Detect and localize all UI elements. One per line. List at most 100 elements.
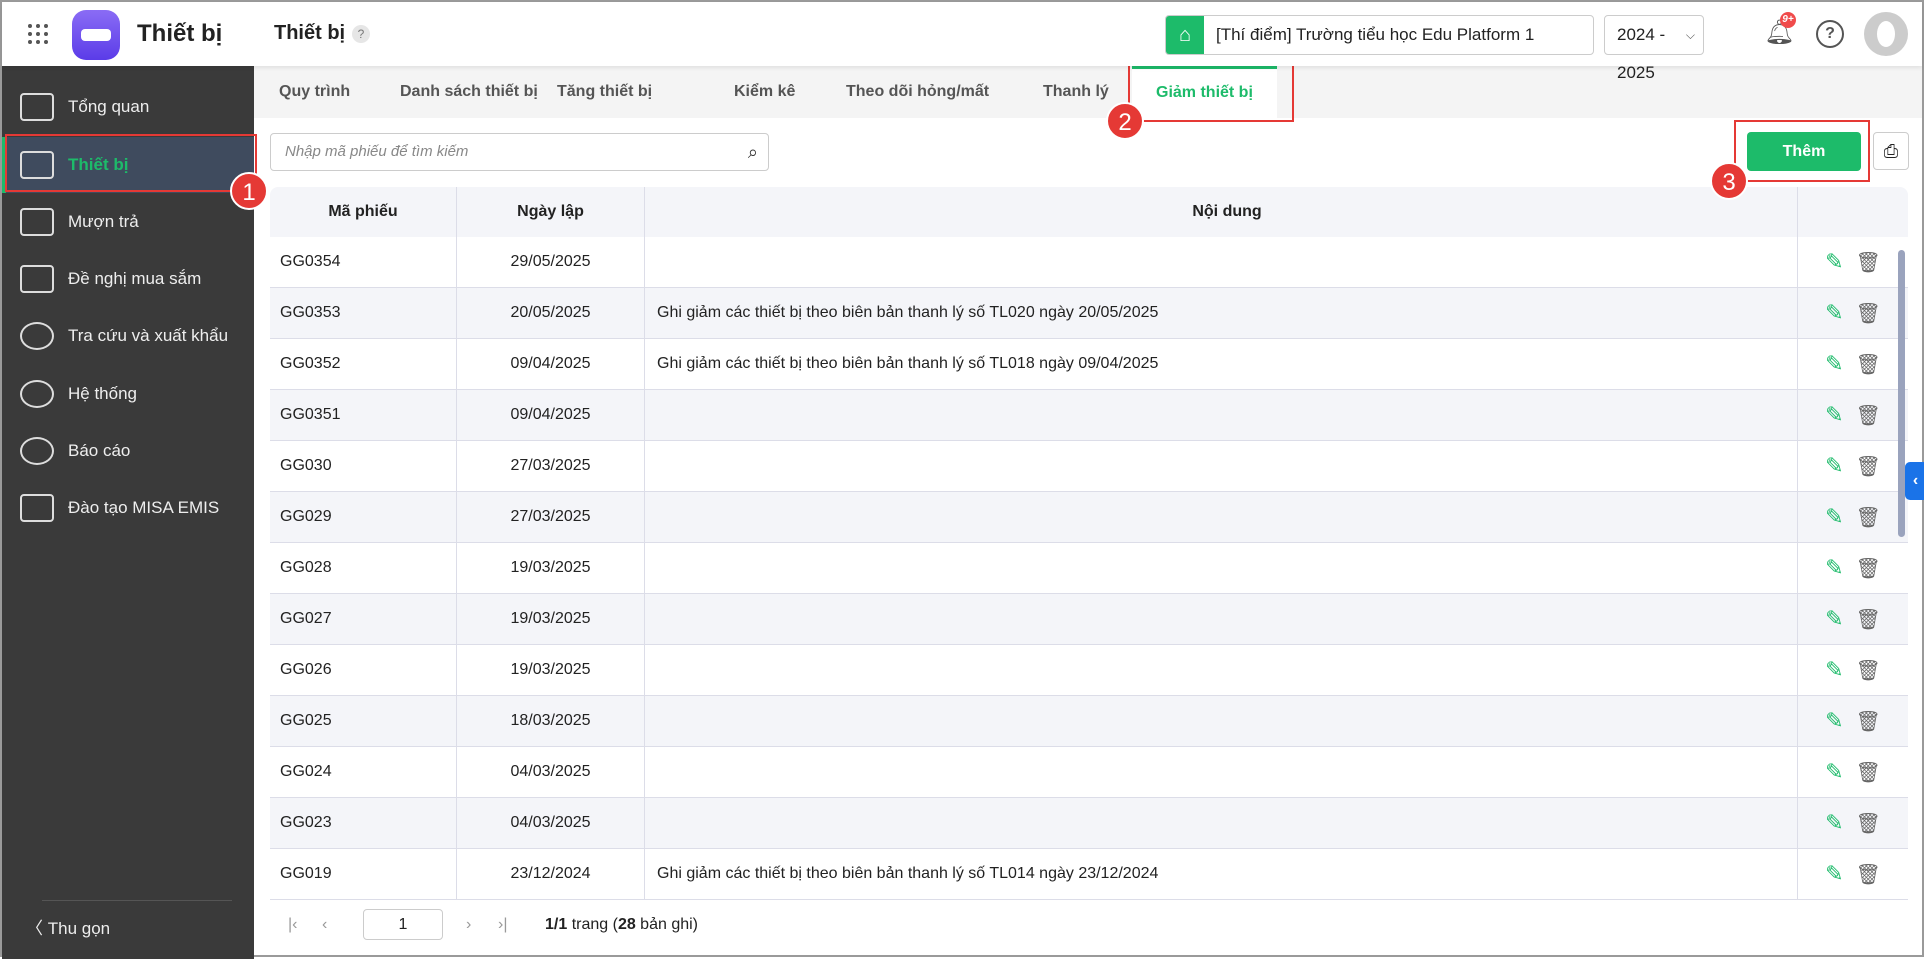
- expand-panel-button[interactable]: ‹: [1905, 462, 1924, 500]
- edit-icon[interactable]: ✎: [1825, 759, 1843, 785]
- sidebar-item-training[interactable]: Đào tạo MISA EMIS: [2, 480, 254, 536]
- sidebar-item-report[interactable]: Báo cáo: [2, 423, 254, 479]
- last-page-button[interactable]: ›|: [498, 910, 507, 940]
- sidebar-item-purchase[interactable]: Đề nghị mua sắm: [2, 251, 254, 307]
- tab-equipment-list[interactable]: Danh sách thiết bị: [400, 66, 538, 118]
- edit-icon[interactable]: ✎: [1825, 810, 1843, 836]
- prev-page-button[interactable]: ‹: [322, 910, 327, 940]
- table-row[interactable]: GG030 27/03/2025 ✎ 🗑︎: [270, 441, 1908, 492]
- table-row[interactable]: GG029 27/03/2025 ✎ 🗑︎: [270, 492, 1908, 543]
- col-actions: [1798, 187, 1908, 237]
- table-row[interactable]: GG025 18/03/2025 ✎ 🗑︎: [270, 696, 1908, 747]
- tab-inventory[interactable]: Kiểm kê: [734, 66, 795, 118]
- first-page-button[interactable]: |‹: [288, 910, 297, 940]
- edit-icon[interactable]: ✎: [1825, 555, 1843, 581]
- table-row[interactable]: GG0354 29/05/2025 ✎ 🗑︎: [270, 237, 1908, 288]
- cube-icon: [20, 494, 54, 522]
- cell-date: 19/03/2025: [457, 543, 645, 593]
- question-icon[interactable]: ?: [1816, 20, 1844, 48]
- help-icon[interactable]: ?: [352, 25, 370, 43]
- table-body: GG0354 29/05/2025 ✎ 🗑︎ GG0353 20/05/2025 Ghi g…: [270, 237, 1908, 900]
- trash-icon[interactable]: 🗑︎: [1856, 709, 1881, 734]
- step-marker-1: 1: [230, 172, 268, 210]
- edit-icon[interactable]: ✎: [1825, 504, 1843, 530]
- trash-icon[interactable]: 🗑︎: [1856, 505, 1881, 530]
- table-row[interactable]: GG0351 09/04/2025 ✎ 🗑︎: [270, 390, 1908, 441]
- trash-icon[interactable]: 🗑︎: [1856, 607, 1881, 632]
- cell-date: 19/03/2025: [457, 594, 645, 644]
- collapse-button[interactable]: 〈 Thu gọn: [26, 914, 110, 939]
- col-date: Ngày lập: [457, 187, 645, 237]
- table-row[interactable]: GG0352 09/04/2025 Ghi giảm các thiết bị th…: [270, 339, 1908, 390]
- home-icon: ⌂: [1166, 16, 1204, 54]
- cell-actions: ✎ 🗑︎: [1798, 696, 1908, 746]
- trash-icon[interactable]: 🗑︎: [1856, 301, 1881, 326]
- label: Mượn trả: [68, 212, 139, 231]
- table-row[interactable]: GG024 04/03/2025 ✎ 🗑︎: [270, 747, 1908, 798]
- cart-icon: [20, 208, 54, 236]
- chevron-left-icon: 〈: [26, 919, 48, 938]
- scrollbar[interactable]: [1898, 250, 1905, 537]
- collapse-label: Thu gọn: [47, 919, 111, 938]
- tab-process[interactable]: Quy trình: [279, 66, 350, 118]
- cell-actions: ✎ 🗑︎: [1798, 645, 1908, 695]
- year-select[interactable]: 2024 - 2025 ⌵: [1604, 15, 1704, 82]
- avatar[interactable]: [1864, 12, 1908, 56]
- vouchers-table: Mã phiếu Ngày lập Nội dung GG0354 29/05/2…: [270, 187, 1908, 900]
- tab-increase[interactable]: Tăng thiết bị: [557, 66, 652, 118]
- trash-icon[interactable]: 🗑︎: [1856, 352, 1881, 377]
- edit-icon[interactable]: ✎: [1825, 606, 1843, 632]
- app-grid-icon[interactable]: [28, 24, 48, 44]
- cell-content: [645, 594, 1798, 644]
- cell-actions: ✎ 🗑︎: [1798, 747, 1908, 797]
- edit-icon[interactable]: ✎: [1825, 249, 1843, 275]
- trash-icon[interactable]: 🗑︎: [1856, 658, 1881, 683]
- edit-icon[interactable]: ✎: [1825, 708, 1843, 734]
- tab-liquidation[interactable]: Thanh lý: [1043, 66, 1109, 118]
- edit-icon[interactable]: ✎: [1825, 300, 1843, 326]
- cell-date: 29/05/2025: [457, 237, 645, 287]
- sidebar-item-borrow[interactable]: Mượn trả: [2, 194, 254, 250]
- next-page-button[interactable]: ›: [466, 910, 471, 940]
- table-row[interactable]: GG028 19/03/2025 ✎ 🗑︎: [270, 543, 1908, 594]
- search-input[interactable]: Nhập mã phiếu để tìm kiếm ⌕: [270, 133, 769, 171]
- cell-content: [645, 798, 1798, 848]
- trash-icon[interactable]: 🗑︎: [1856, 250, 1881, 275]
- label: Đào tạo MISA EMIS: [68, 498, 220, 517]
- edit-icon[interactable]: ✎: [1825, 453, 1843, 479]
- table-row[interactable]: GG0353 20/05/2025 Ghi giảm các thiết bị th…: [270, 288, 1908, 339]
- trash-icon[interactable]: 🗑︎: [1856, 403, 1881, 428]
- notification-badge: 9+: [1780, 12, 1796, 28]
- sidebar-item-lookup[interactable]: Tra cứu và xuất khẩu: [2, 308, 254, 364]
- cell-date: 18/03/2025: [457, 696, 645, 746]
- edit-icon[interactable]: ✎: [1825, 657, 1843, 683]
- trang: trang (: [567, 916, 618, 933]
- records: bản ghi): [635, 916, 698, 933]
- page-input[interactable]: 1: [363, 909, 443, 940]
- search-icon[interactable]: ⌕: [748, 134, 758, 170]
- trash-icon[interactable]: 🗑︎: [1856, 556, 1881, 581]
- app-title: Thiết bị: [137, 20, 223, 47]
- table-row[interactable]: GG026 19/03/2025 ✎ 🗑︎: [270, 645, 1908, 696]
- trash-icon[interactable]: 🗑︎: [1856, 862, 1881, 887]
- cell-content: [645, 645, 1798, 695]
- trash-icon[interactable]: 🗑︎: [1856, 760, 1881, 785]
- table-row[interactable]: GG027 19/03/2025 ✎ 🗑︎: [270, 594, 1908, 645]
- sidebar-item-system[interactable]: Hệ thống: [2, 366, 254, 422]
- cell-code: GG025: [270, 696, 457, 746]
- tab-damage-tracking[interactable]: Theo dõi hỏng/mất: [846, 66, 989, 118]
- trash-icon[interactable]: 🗑︎: [1856, 454, 1881, 479]
- table-row[interactable]: GG019 23/12/2024 Ghi giảm các thiết bị the…: [270, 849, 1908, 900]
- sidebar-item-overview[interactable]: Tổng quan: [2, 79, 254, 135]
- edit-icon[interactable]: ✎: [1825, 351, 1843, 377]
- trash-icon[interactable]: 🗑︎: [1856, 811, 1881, 836]
- school-selector[interactable]: ⌂ [Thí điểm] Trường tiểu học Edu Platform…: [1165, 15, 1594, 55]
- edit-icon[interactable]: ✎: [1825, 402, 1843, 428]
- edit-icon[interactable]: ✎: [1825, 861, 1843, 887]
- cell-date: 23/12/2024: [457, 849, 645, 899]
- step-marker-2: 2: [1106, 102, 1144, 140]
- cell-code: GG024: [270, 747, 457, 797]
- print-icon[interactable]: ⎙: [1873, 132, 1909, 170]
- gear-icon: [20, 380, 54, 408]
- table-row[interactable]: GG023 04/03/2025 ✎ 🗑︎: [270, 798, 1908, 849]
